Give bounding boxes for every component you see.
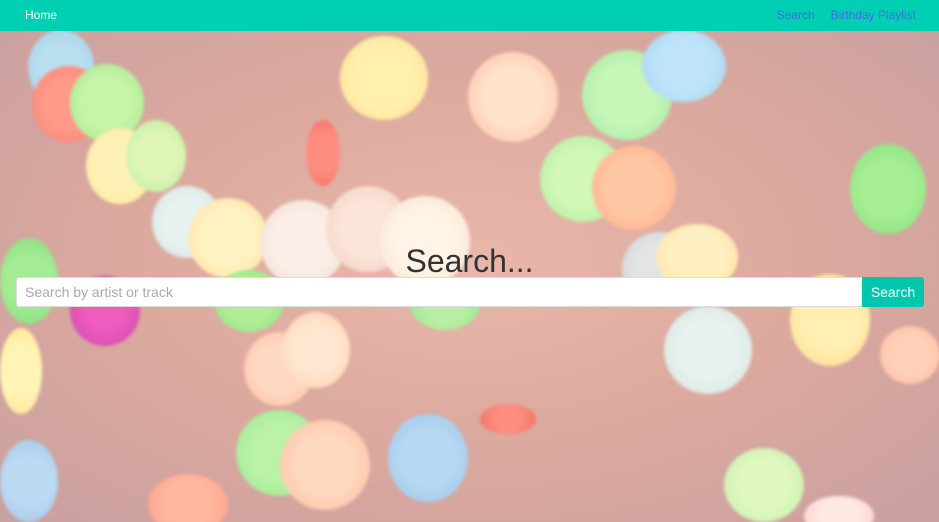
page: Home Search Birthday Playlist Search... … xyxy=(0,0,939,522)
nav-link-home[interactable]: Home xyxy=(25,8,57,22)
search-input[interactable] xyxy=(16,277,862,307)
search-button[interactable]: Search xyxy=(862,277,924,307)
search-form: Search xyxy=(16,277,924,307)
page-title: Search... xyxy=(405,243,534,280)
nav-links: Search Birthday Playlist xyxy=(777,8,916,22)
nav-link-search[interactable]: Search xyxy=(777,8,815,22)
navbar: Home Search Birthday Playlist xyxy=(0,0,939,31)
nav-link-birthday-playlist[interactable]: Birthday Playlist xyxy=(831,8,916,22)
